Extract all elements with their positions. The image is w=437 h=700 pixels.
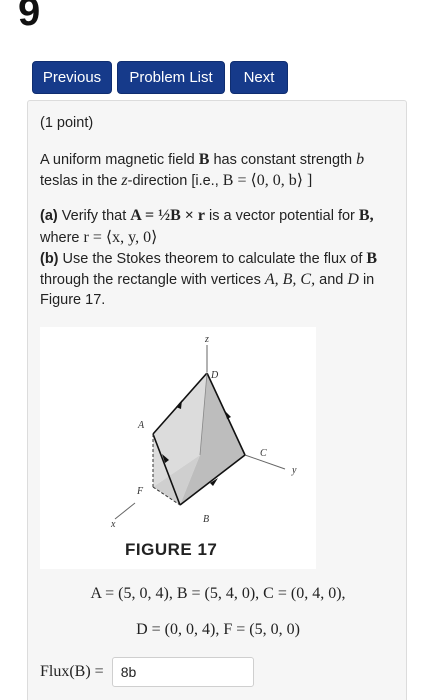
intro-line-1: A uniform magnetic field B has constant … — [40, 151, 365, 168]
problem-list-button[interactable]: Problem List — [117, 61, 225, 94]
vertices-line-2: D = (0, 0, 4), F = (5, 0, 0) — [136, 621, 300, 638]
next-button[interactable]: Next — [230, 61, 288, 94]
part-a-line-2: where r = ⟨x, y, 0⟩ — [40, 229, 158, 246]
previous-button[interactable]: Previous — [32, 61, 112, 94]
label-F: F — [136, 486, 144, 497]
flux-answer-input[interactable]: 8b — [111, 657, 254, 687]
x-axis — [114, 502, 136, 520]
intro-line-2: teslas in the z-direction [i.e., B = ⟨0,… — [40, 172, 313, 189]
label-B: B — [203, 514, 209, 525]
figure-17: z D A C y F B x FIGURE 17 — [40, 327, 316, 569]
answer-row: Flux(B) = 8b — [40, 657, 254, 687]
figure-diagram: z D A C y F B x — [110, 334, 297, 530]
figure-caption: FIGURE 17 — [125, 540, 218, 559]
part-a-line-1: (a) Verify that A = ½B × r is a vector p… — [40, 207, 374, 224]
label-x: x — [110, 519, 116, 530]
vertices-line-1: A = (5, 0, 4), B = (5, 4, 0), C = (0, 4,… — [90, 585, 346, 602]
label-A: A — [137, 420, 145, 431]
problem-panel: (1 point) A uniform magnetic field B has… — [27, 100, 407, 700]
part-b-line-1: (b) Use the Stokes theorem to calculate … — [40, 250, 378, 267]
label-y: y — [291, 465, 297, 476]
nav-bar: Previous Problem List Next — [32, 61, 288, 94]
points-label: (1 point) — [40, 115, 94, 131]
part-b-line-2: through the rectangle with vertices A, B… — [40, 271, 375, 288]
label-C: C — [260, 448, 267, 459]
label-z: z — [204, 334, 209, 345]
label-D: D — [210, 370, 219, 381]
answer-label: Flux(B) = — [40, 663, 104, 680]
page-number: 9 — [18, 0, 41, 34]
part-b-line-3: Figure 17. — [40, 292, 106, 308]
